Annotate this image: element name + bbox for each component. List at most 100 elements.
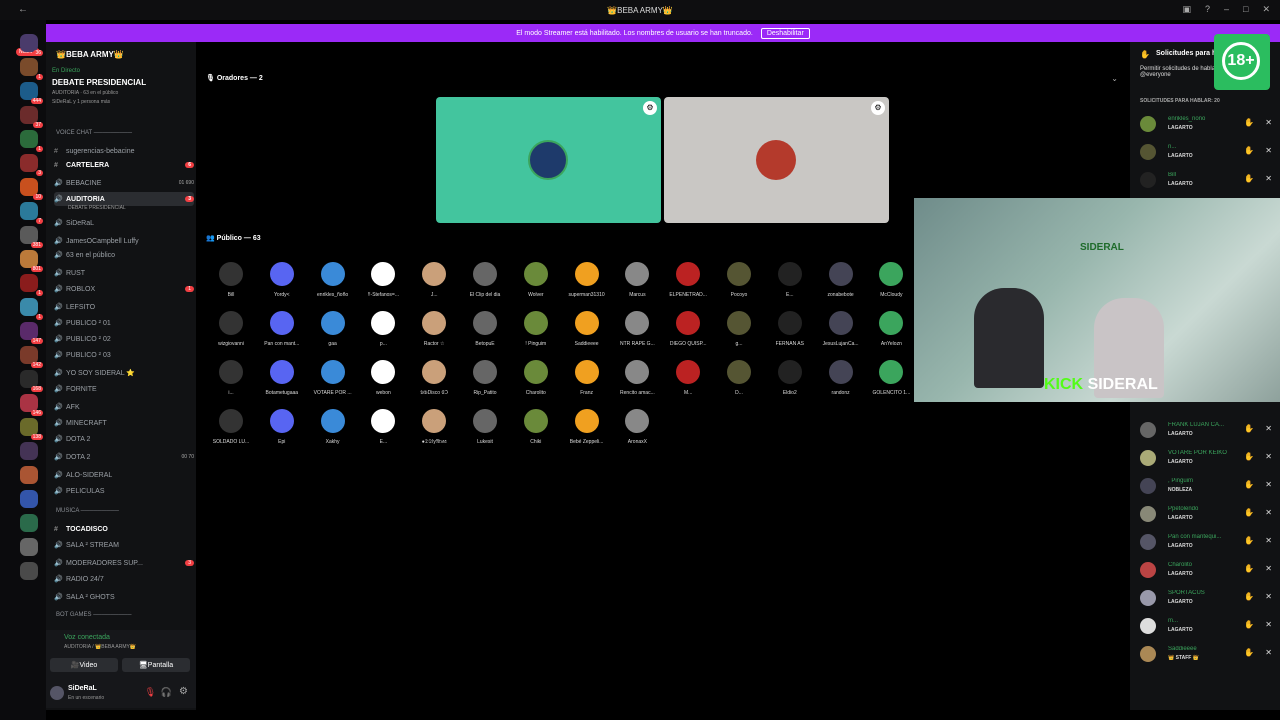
channel-item[interactable]: 🔊 PUBLICO ² 03 <box>54 348 194 362</box>
reject-icon[interactable]: ✕ <box>1265 592 1272 601</box>
channel-item[interactable]: 🔊 AFK <box>54 400 194 414</box>
inbox-icon[interactable]: ▣ <box>1182 4 1191 15</box>
audience-member[interactable]: Marcus <box>613 262 661 298</box>
server-icon[interactable] <box>20 514 38 532</box>
audience-member[interactable]: Ractor ☆ <box>410 311 458 347</box>
server-icon[interactable]: 7 <box>20 202 43 224</box>
audience-member[interactable]: ●𝔇𝔇ly𝔄𝔱𝔪𝔞 <box>410 409 458 445</box>
live-event[interactable]: En Directo DEBATE PRESIDENCIAL AUDITORIA… <box>52 68 192 105</box>
audience-member[interactable]: randonz <box>817 360 865 396</box>
accept-icon[interactable]: ✋ <box>1244 118 1254 127</box>
audience-member[interactable]: Bill <box>207 262 255 298</box>
reject-icon[interactable]: ✕ <box>1265 648 1272 657</box>
server-icon[interactable]: 37 <box>20 106 43 128</box>
audience-member[interactable]: Lukesit <box>461 409 509 445</box>
audience-member[interactable]: wizgiovanni <box>207 311 255 347</box>
accept-icon[interactable]: ✋ <box>1244 648 1254 657</box>
server-icon[interactable] <box>20 490 38 508</box>
channel-item[interactable]: 🔊 63 en el público <box>54 248 194 262</box>
server-icon[interactable]: 138 <box>20 418 43 440</box>
audience-member[interactable]: DIEGO QUISP... <box>664 311 712 347</box>
channel-item[interactable]: 🔊 DOTA 2 00 70 <box>54 450 194 464</box>
reject-icon[interactable]: ✕ <box>1265 118 1272 127</box>
server-icon[interactable] <box>20 562 38 580</box>
channel-category[interactable]: BOT GAMES ───────── <box>56 612 132 618</box>
server-icon[interactable]: 1 <box>20 130 43 152</box>
channel-item[interactable]: 🔊 JamesOCampbell Luffy <box>54 234 194 248</box>
server-icon[interactable] <box>20 538 38 556</box>
audience-member[interactable]: Charolito <box>512 360 560 396</box>
help-icon[interactable]: ? <box>1205 4 1210 15</box>
minimize-icon[interactable]: – <box>1224 4 1229 15</box>
audience-member[interactable]: zonabebote <box>817 262 865 298</box>
audience-member[interactable]: E... <box>359 409 407 445</box>
audience-member[interactable]: !!-Stefanos=... <box>359 262 407 298</box>
server-icon[interactable]: 444 <box>20 82 43 104</box>
audience-member[interactable]: Botametugaaa <box>258 360 306 396</box>
audience-member[interactable]: Eldio2 <box>766 360 814 396</box>
reject-icon[interactable]: ✕ <box>1265 424 1272 433</box>
channel-category[interactable]: MUSICA ───────── <box>56 508 119 514</box>
audience-member[interactable]: SOLDADO LU... <box>207 409 255 445</box>
accept-icon[interactable]: ✋ <box>1244 564 1254 573</box>
channel-item[interactable]: 🔊 MODERADORES SUP... 3 <box>54 556 194 570</box>
accept-icon[interactable]: ✋ <box>1244 508 1254 517</box>
audience-member[interactable]: Yordy< <box>258 262 306 298</box>
accept-icon[interactable]: ✋ <box>1244 452 1254 461</box>
accept-icon[interactable]: ✋ <box>1244 146 1254 155</box>
audience-member[interactable]: FERNAN AS <box>766 311 814 347</box>
collapse-chevron-icon[interactable]: ⌄ <box>1111 74 1118 83</box>
audience-member[interactable]: El Clip del dia <box>461 262 509 298</box>
audience-member[interactable]: ELPENETRAD... <box>664 262 712 298</box>
speaker-settings-icon[interactable]: ⚙ <box>643 101 657 115</box>
server-icon[interactable]: 1 <box>20 298 43 320</box>
reject-icon[interactable]: ✕ <box>1265 564 1272 573</box>
audience-member[interactable]: M... <box>664 360 712 396</box>
speaker-settings-icon[interactable]: ⚙ <box>871 101 885 115</box>
accept-icon[interactable]: ✋ <box>1244 480 1254 489</box>
gear-icon[interactable]: ⚙ <box>179 686 188 697</box>
reject-icon[interactable]: ✕ <box>1265 508 1272 517</box>
channel-item[interactable]: 🔊 SiDeRaL <box>54 216 194 230</box>
channel-item[interactable]: 🔊 YO SOY SIDERAL ⭐ <box>54 366 194 380</box>
server-icon[interactable]: 168 <box>20 370 43 392</box>
reject-icon[interactable]: ✕ <box>1265 452 1272 461</box>
audience-member[interactable]: i... <box>207 360 255 396</box>
channel-item[interactable]: 🔊 PUBLICO ² 01 <box>54 316 194 330</box>
video-button[interactable]: 🎥 Video <box>50 658 118 672</box>
reject-icon[interactable]: ✕ <box>1265 620 1272 629</box>
deafen-icon[interactable]: 🎧 <box>161 687 172 698</box>
audience-member[interactable]: Bebé Zeppeli... <box>563 409 611 445</box>
channel-item[interactable]: 🔊 FORNITE <box>54 382 194 396</box>
audience-member[interactable]: gaa <box>309 311 357 347</box>
audience-member[interactable]: Franz <box>563 360 611 396</box>
channel-item[interactable]: 🔊 DOTA 2 <box>54 432 194 446</box>
audience-member[interactable]: Epi <box>258 409 306 445</box>
channel-item[interactable]: 🔊 RADIO 24/7 <box>54 572 194 586</box>
audience-member[interactable]: McCloudy <box>867 262 915 298</box>
speaker-tile[interactable]: ⚙ <box>436 97 661 223</box>
accept-icon[interactable]: ✋ <box>1244 174 1254 183</box>
speaker-tile[interactable]: ⚙ <box>664 97 889 223</box>
audience-member[interactable]: g... <box>715 311 763 347</box>
accept-icon[interactable]: ✋ <box>1244 536 1254 545</box>
server-icon[interactable]: 1 <box>20 274 43 296</box>
audience-member[interactable]: E... <box>766 262 814 298</box>
audience-member[interactable]: J... <box>410 262 458 298</box>
accept-icon[interactable]: ✋ <box>1244 620 1254 629</box>
reject-icon[interactable]: ✕ <box>1265 536 1272 545</box>
audience-member[interactable]: VOTARE POR ... <box>309 360 357 396</box>
maximize-icon[interactable]: □ <box>1243 4 1248 15</box>
audience-member[interactable]: p... <box>359 311 407 347</box>
server-icon[interactable]: 36 <box>20 34 43 56</box>
mute-icon[interactable]: 🎙 <box>145 687 156 698</box>
audience-member[interactable]: webon <box>359 360 407 396</box>
accept-icon[interactable]: ✋ <box>1244 424 1254 433</box>
audience-member[interactable]: ! Pinguim <box>512 311 560 347</box>
audience-member[interactable]: AnYelozn <box>867 311 915 347</box>
audience-member[interactable]: JesusLujanCa... <box>817 311 865 347</box>
audience-member[interactable]: Chiki <box>512 409 560 445</box>
audience-member[interactable]: Saddieeee <box>563 311 611 347</box>
audience-member[interactable]: 𝔅𝔅Disco 𝔈ℑ <box>410 360 458 396</box>
audience-member[interactable]: Pocoyo <box>715 262 763 298</box>
